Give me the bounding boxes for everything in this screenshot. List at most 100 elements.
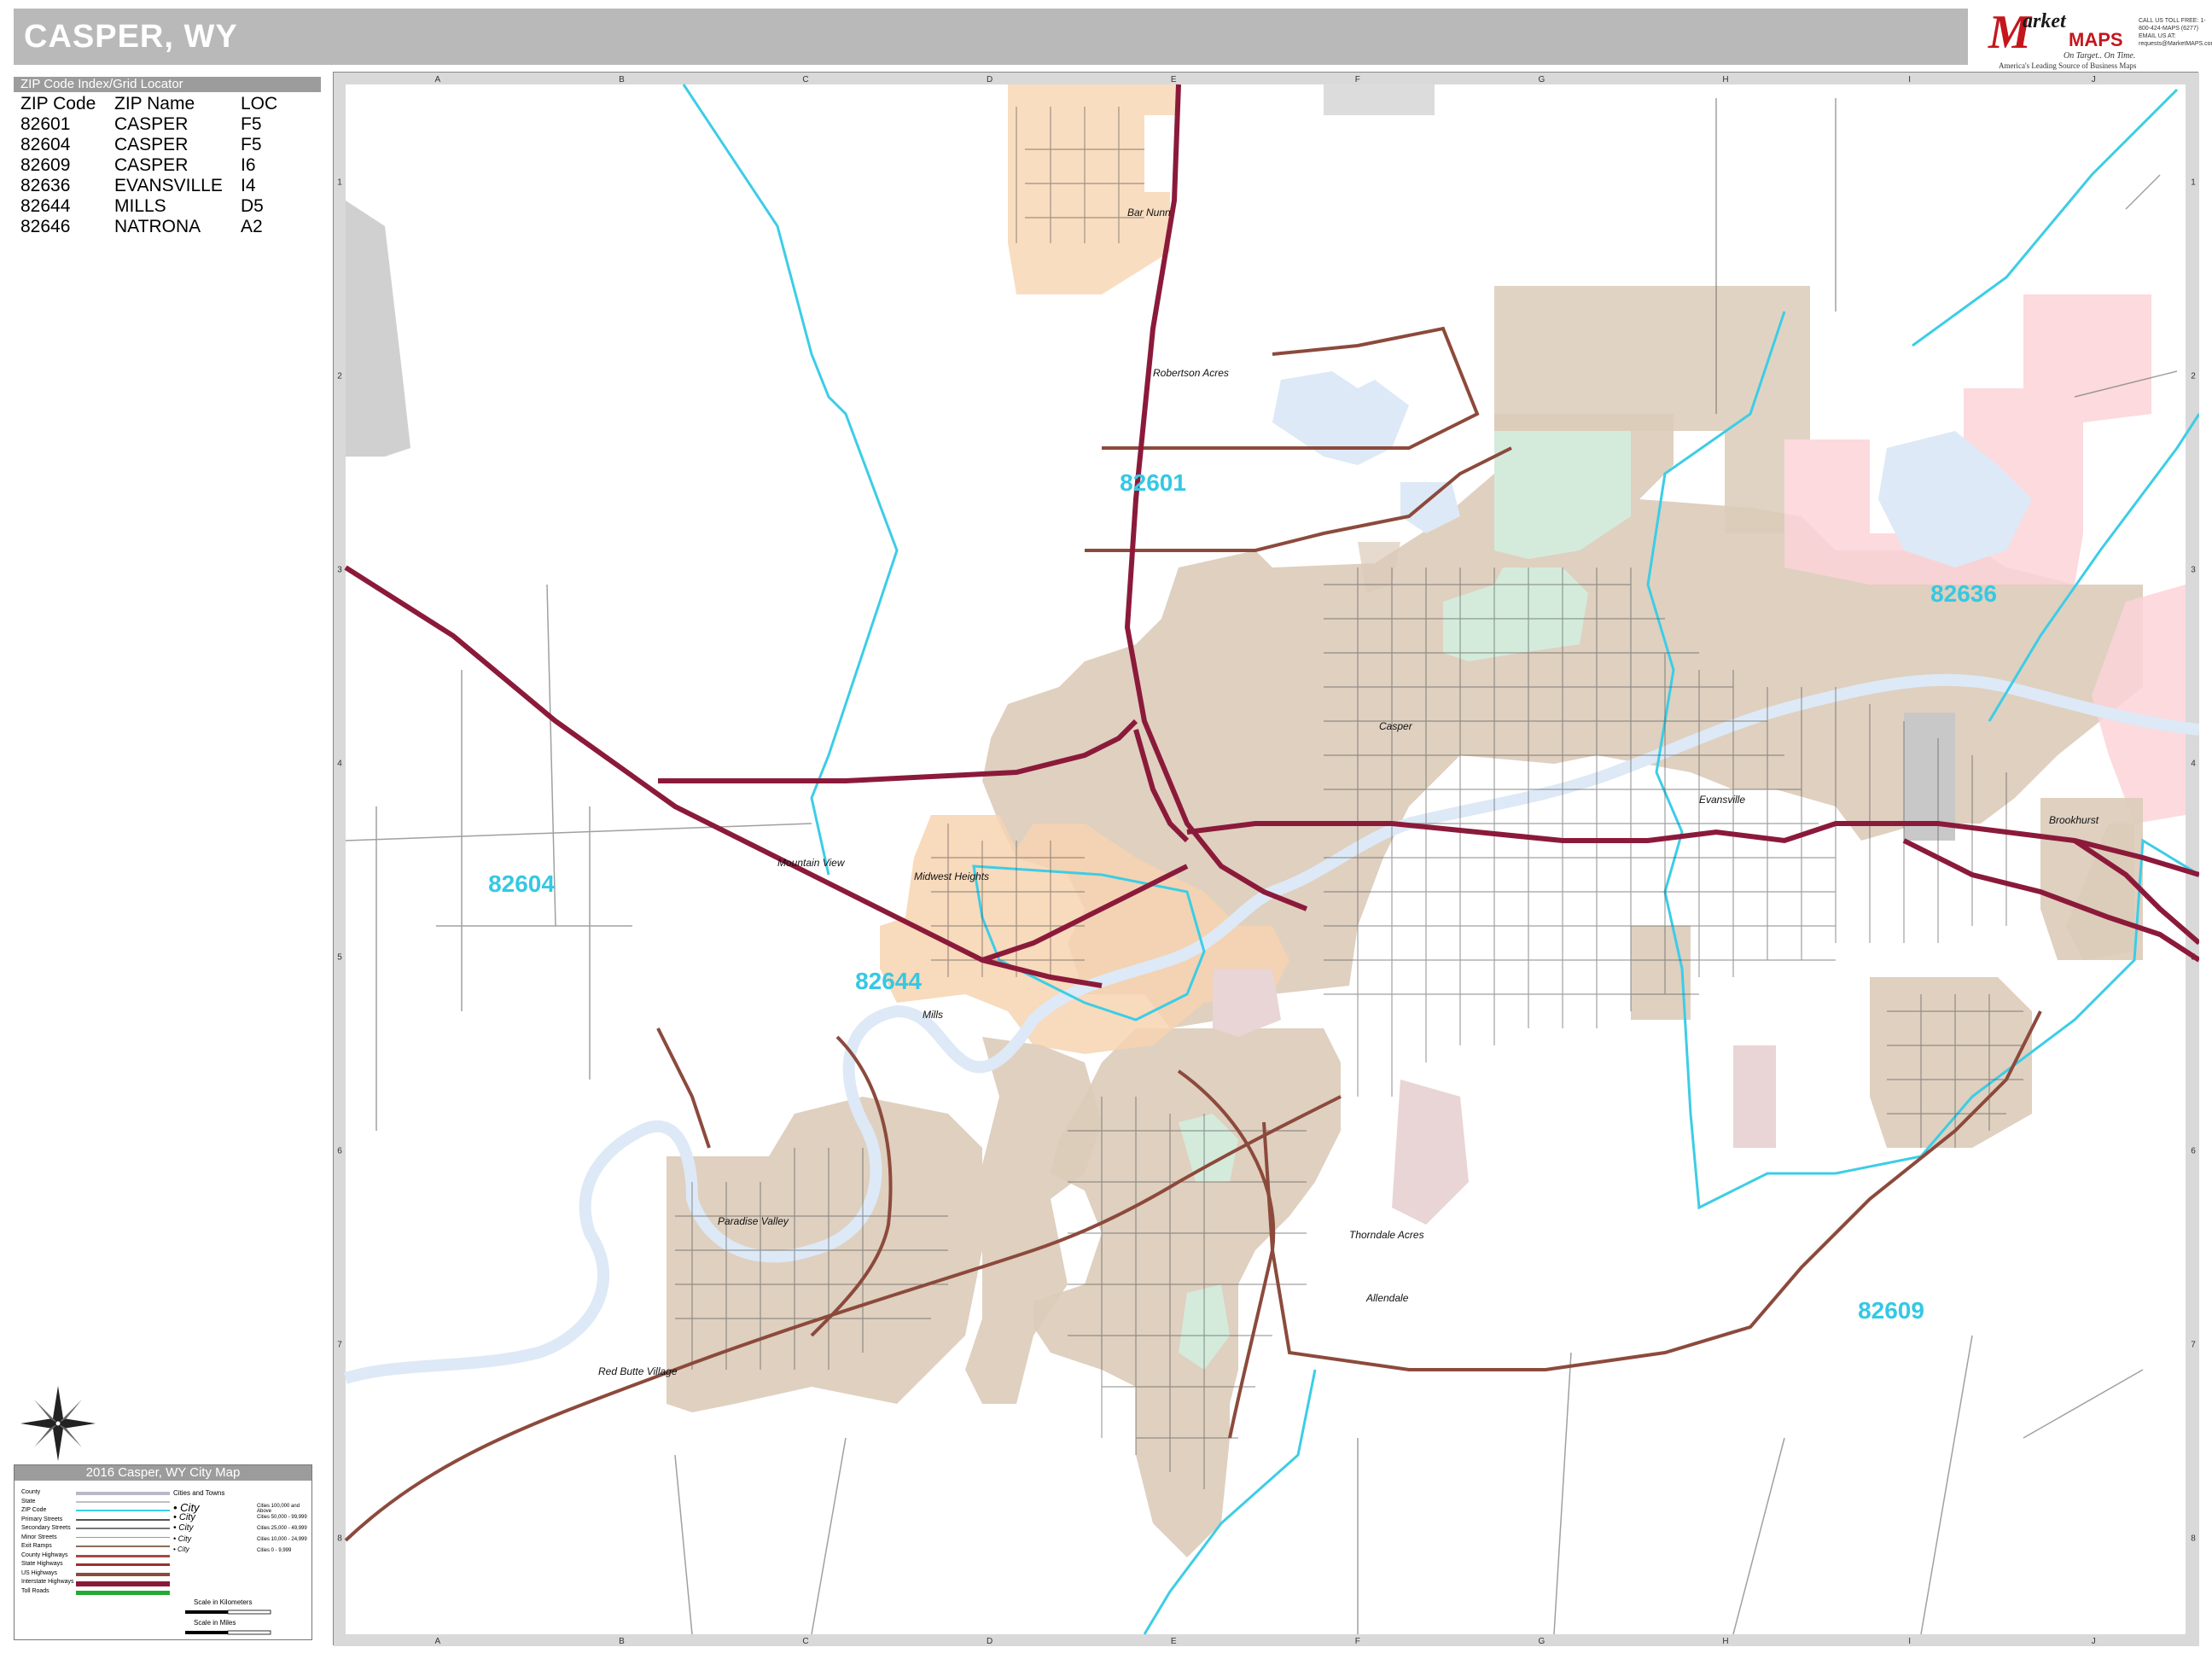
zip-code-label: 82601 [1120, 469, 1186, 496]
grid-col-label: J [2092, 1637, 2096, 1646]
legend-city-range: Cities 50,000 - 99,999 [257, 1515, 307, 1520]
grid-col-label: H [1722, 75, 1728, 84]
zip-loc-cell: D5 [241, 196, 264, 216]
zip-name-cell: MILLS [114, 196, 166, 216]
legend-city-sample: • City [173, 1545, 189, 1553]
legend-city-sample: • City [173, 1534, 192, 1543]
legend-item-label: State [21, 1498, 36, 1505]
grid-col-label: A [434, 1637, 440, 1646]
legend-item-label: Primary Streets [21, 1516, 63, 1522]
zip-index-row: 82644 MILLS D5 [20, 196, 292, 217]
legend-line-symbol [76, 1572, 170, 1576]
legend-city-range: Cities 0 - 9,999 [257, 1548, 292, 1553]
legend-city-range: Cities 100,000 and Above [257, 1504, 300, 1514]
zip-code-label: 82644 [855, 968, 922, 994]
grid-col-label: G [1539, 1637, 1545, 1646]
legend-line-symbol [76, 1518, 170, 1521]
grid-row-label: 7 [337, 1341, 342, 1350]
legend-city-sample: • City [173, 1523, 194, 1533]
grid-row-label: 7 [2191, 1341, 2196, 1350]
place-label: Mountain View [777, 857, 846, 869]
grid-row-label: 6 [337, 1147, 342, 1156]
legend-item-label: County [21, 1489, 41, 1495]
legend-city-sample: • City [173, 1512, 195, 1522]
grid-col-label: J [2092, 75, 2096, 84]
legend-header: 2016 Casper, WY City Map [15, 1465, 311, 1481]
zip-loc-cell: I6 [241, 155, 256, 175]
map-frame[interactable]: AABBCCDDEEFFGGHHIIJJ1122334455667788 826… [333, 72, 2199, 1646]
place-label: Paradise Valley [718, 1215, 789, 1227]
zip-index-row: 82604 CASPER F5 [20, 135, 292, 155]
zip-code-cell: 82644 [20, 196, 71, 216]
legend-item-label: Exit Ramps [21, 1543, 52, 1549]
place-label: Red Butte Village [598, 1365, 678, 1377]
grid-row-label: 6 [2191, 1147, 2196, 1156]
zip-index-row: 82601 CASPER F5 [20, 114, 292, 135]
grid-row-label: 1 [337, 178, 342, 188]
zip-code-cell: 82646 [20, 217, 71, 236]
city-map[interactable]: AABBCCDDEEFFGGHHIIJJ1 12 23 34 45 56 67 78 8 [334, 73, 2199, 1646]
compass-rose-icon [20, 1386, 96, 1461]
place-label: Thorndale Acres [1349, 1229, 1424, 1241]
scale-bar-mi-icon [185, 1630, 271, 1635]
grid-row-label: 3 [2191, 566, 2196, 575]
place-label: Mills [923, 1009, 943, 1021]
grid-col-label: E [1171, 1637, 1177, 1646]
legend-line-symbol [76, 1500, 170, 1503]
grid-col-label: F [1355, 1637, 1360, 1646]
zip-name-cell: CASPER [114, 155, 189, 175]
grid-row-label: 1 [2191, 178, 2196, 188]
zip-col-header: LOC [241, 94, 278, 114]
legend-cities-title: Cities and Towns [173, 1489, 225, 1497]
grid-row-label: 4 [337, 760, 342, 769]
zip-index-header-row: ZIP Code ZIP Name LOC [20, 94, 292, 114]
legend-line-symbol [76, 1510, 170, 1511]
grid-col-label: H [1722, 1637, 1728, 1646]
zip-loc-cell: F5 [241, 114, 262, 134]
zip-index-row: 82636 EVANSVILLE I4 [20, 176, 292, 196]
legend-item-label: Minor Streets [21, 1534, 57, 1540]
legend-item-label: Interstate Highways [21, 1579, 74, 1585]
legend-line-symbol [76, 1581, 170, 1586]
zip-code-index: ZIP Code Index/Grid Locator ZIP Code ZIP… [14, 77, 321, 237]
grid-col-label: B [619, 1637, 625, 1646]
grid-row-label: 5 [337, 953, 342, 963]
place-label: Casper [1379, 720, 1413, 732]
zip-index-row: 82646 NATRONA A2 [20, 217, 292, 237]
grid-row-label: 4 [2191, 760, 2196, 769]
logo-word1: arket [2023, 10, 2066, 32]
legend-line-symbol [76, 1554, 170, 1557]
zip-code-cell: 82636 [20, 176, 71, 195]
legend-city-range: Cities 25,000 - 49,999 [257, 1526, 307, 1531]
legend-item-label: County Highways [21, 1551, 68, 1558]
zip-loc-cell: A2 [241, 217, 263, 236]
grid-col-label: I [1908, 75, 1911, 84]
zip-name-cell: CASPER [114, 135, 189, 154]
map-legend: 2016 Casper, WY City Map County State ZIP … [14, 1464, 312, 1640]
grid-row-label: 8 [337, 1534, 342, 1544]
grid-row-label: 2 [2191, 372, 2196, 381]
golf-course-3 [1733, 1045, 1776, 1148]
place-label: Midwest Heights [914, 870, 989, 882]
legend-item-label: US Highways [21, 1569, 58, 1576]
zip-col-header: ZIP Name [114, 94, 195, 114]
grid-col-label: F [1355, 75, 1360, 84]
zip-code-cell: 82609 [20, 155, 71, 175]
zip-index-table: ZIP Code ZIP Name LOC 82601 CASPER F5 82604… [20, 94, 292, 237]
legend-item-label: ZIP Code [21, 1507, 47, 1513]
legend-line-symbol [76, 1590, 170, 1595]
legend-item-label: State Highways [21, 1561, 63, 1567]
grid-col-label: G [1539, 75, 1545, 84]
legend-line-symbol [76, 1545, 170, 1547]
grid-row-label: 8 [2191, 1534, 2196, 1544]
place-label: Brookhurst [2049, 814, 2099, 826]
zip-index-header: ZIP Code Index/Grid Locator [14, 77, 321, 92]
zip-loc-cell: F5 [241, 135, 262, 154]
place-label: Robertson Acres [1153, 367, 1229, 379]
legend-line-symbol [76, 1563, 170, 1566]
top-gray-block [1324, 84, 1435, 115]
logo-contact: CALL US TOLL FREE: 1-800-424-MAPS (6277)… [2139, 18, 2212, 47]
legend-line-symbol [76, 1492, 170, 1495]
grid-col-label: E [1171, 75, 1177, 84]
place-label: Allendale [1365, 1292, 1409, 1304]
